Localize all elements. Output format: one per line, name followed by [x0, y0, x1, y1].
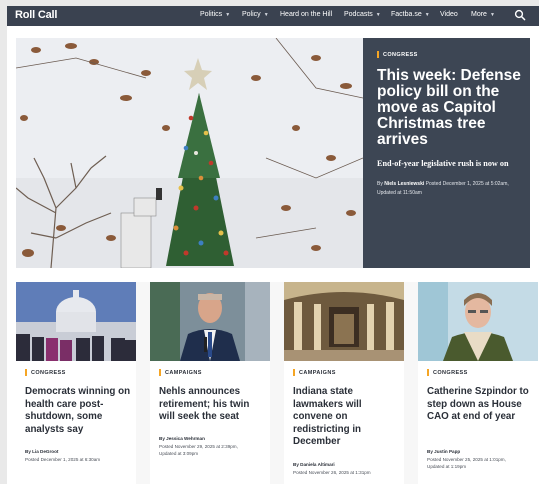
story-card[interactable]: CAMPAIGNS Nehls announces retirement; hi… — [150, 282, 270, 484]
card-kicker[interactable]: CONGRESS — [433, 370, 468, 376]
hero-headline[interactable]: This week: Defense policy bill on the mo… — [377, 68, 527, 148]
kicker-accent-bar — [25, 369, 27, 376]
hero-updated-date: Updated at 11:50am — [377, 190, 422, 196]
nav-item-label: Factba.se — [391, 11, 422, 18]
page-frame: Roll Call Politics ▼ Policy ▼ Heard on the… — [7, 6, 539, 484]
chevron-down-icon: ▼ — [375, 11, 381, 18]
column-gutter — [270, 282, 284, 484]
card-kicker[interactable]: CAMPAIGNS — [165, 370, 202, 376]
card-headline[interactable]: Nehls announces retirement; his twin wil… — [159, 386, 267, 424]
card-byline: By Justin Papp Posted November 25, 2025 … — [427, 448, 537, 471]
hero-posted-date: Posted December 1, 2025 at 5:02am, — [425, 181, 509, 187]
nav-item-politics[interactable]: Politics ▼ — [200, 11, 230, 18]
story-card[interactable]: CONGRESS Democrats winning on health car… — [16, 282, 136, 484]
kicker-accent-bar — [293, 369, 295, 376]
hero-dek: End-of-year legislative rush is now on — [377, 159, 509, 168]
card-byline: By Jessica Wehrman Posted November 29, 2… — [159, 435, 269, 458]
site-logo[interactable]: Roll Call — [15, 9, 57, 21]
hero-text-panel: CONGRESS This week: Defense policy bill … — [363, 38, 530, 268]
nav-item-label: More — [471, 11, 487, 18]
card-updated-date: Updated at 1:19pm — [427, 464, 467, 470]
card-posted-date: Posted November 26, 2025 at 1:31pm — [293, 469, 371, 475]
card-headline[interactable]: Indiana state lawmakers will convene on … — [293, 386, 401, 449]
column-gutter — [404, 282, 418, 484]
hero-byline: By Niels Lesniewski Posted December 1, 2… — [377, 180, 527, 198]
chevron-down-icon: ▼ — [489, 11, 495, 18]
nav-item-factbase[interactable]: Factba.se ▼ — [391, 11, 430, 18]
card-byline: By Daniela Altimari Posted November 26, … — [293, 461, 403, 476]
card-author[interactable]: By Justin Papp — [427, 449, 460, 454]
hero-story[interactable]: CONGRESS This week: Defense policy bill … — [16, 38, 530, 268]
kicker-accent-bar — [377, 51, 379, 58]
card-image-nehls-portrait[interactable] — [150, 282, 270, 361]
card-author[interactable]: By Jessica Wehrman — [159, 436, 205, 441]
card-author[interactable]: By Daniela Altimari — [293, 462, 335, 467]
card-updated-date: Updated at 3:09pm — [159, 451, 199, 457]
nav-item-label: Heard on the Hill — [280, 11, 333, 18]
card-image-capitol-rally[interactable] — [16, 282, 136, 361]
column-gutter — [136, 282, 150, 484]
nav-item-policy[interactable]: Policy ▼ — [242, 11, 269, 18]
hero-image-christmas-tree[interactable] — [16, 38, 363, 268]
nav-item-label: Policy — [242, 11, 261, 18]
top-nav: Roll Call Politics ▼ Policy ▼ Heard on the… — [7, 6, 539, 26]
card-kicker[interactable]: CONGRESS — [31, 370, 66, 376]
nav-item-video[interactable]: Video — [440, 11, 458, 18]
card-headline[interactable]: Democrats winning on health care post-sh… — [25, 386, 133, 436]
card-author[interactable]: By Lia DeGroot — [25, 449, 58, 454]
chevron-down-icon: ▼ — [225, 11, 231, 18]
nav-item-heard-on-the-hill[interactable]: Heard on the Hill — [280, 11, 332, 18]
chevron-down-icon: ▼ — [424, 11, 430, 18]
chevron-down-icon: ▼ — [263, 11, 269, 18]
card-kicker[interactable]: CAMPAIGNS — [299, 370, 336, 376]
nav-item-label: Podcasts — [344, 11, 373, 18]
nav-item-podcasts[interactable]: Podcasts ▼ — [344, 11, 381, 18]
card-headline[interactable]: Catherine Szpindor to step down as House… — [427, 386, 535, 424]
card-byline: By Lia DeGroot Posted December 1, 2025 a… — [25, 448, 135, 463]
kicker-accent-bar — [427, 369, 429, 376]
byline-prefix: By — [377, 181, 383, 187]
card-posted-date: Posted November 25, 2025 at 1:01pm, — [427, 456, 506, 462]
hero-author[interactable]: Niels Lesniewski — [384, 181, 424, 187]
story-card[interactable]: CAMPAIGNS Indiana state lawmakers will c… — [284, 282, 404, 484]
card-image-szpindor-portrait[interactable] — [418, 282, 538, 361]
hero-kicker[interactable]: CONGRESS — [383, 52, 418, 58]
nav-item-label: Politics — [200, 11, 223, 18]
card-posted-date: Posted December 1, 2025 at 6:30am — [25, 456, 101, 462]
card-image-indiana-statehouse[interactable] — [284, 282, 404, 361]
nav-item-more[interactable]: More ▼ — [471, 11, 495, 18]
card-posted-date: Posted November 29, 2025 at 2:39pm, — [159, 443, 238, 449]
search-icon[interactable] — [514, 9, 526, 21]
kicker-accent-bar — [159, 369, 161, 376]
nav-item-label: Video — [440, 11, 458, 18]
story-card[interactable]: CONGRESS Catherine Szpindor to step down… — [418, 282, 538, 484]
